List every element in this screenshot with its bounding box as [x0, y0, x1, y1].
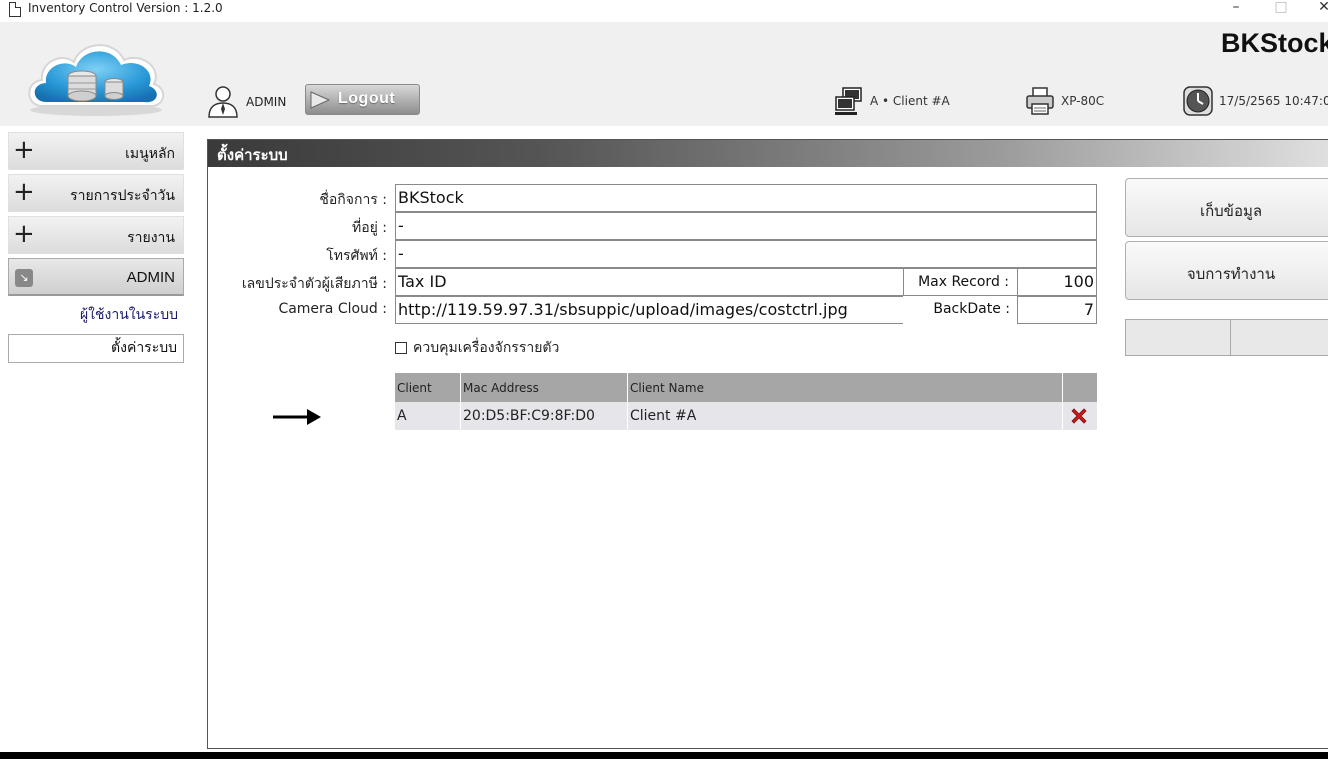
- datetime-label: 17/5/2565 10:47:00: [1219, 94, 1328, 108]
- plus-icon: +: [13, 135, 35, 165]
- tax-id-label: เลขประจำตัวผู้เสียภาษี :: [241, 276, 387, 292]
- client-status-label: A • Client #A: [870, 94, 950, 108]
- machine-control-label: ควบคุมเครื่องจักรรายตัว: [413, 340, 560, 356]
- grid-cell-client-name[interactable]: Client #A: [628, 402, 1063, 430]
- sidebar-item-admin[interactable]: ↘ ADMIN: [8, 258, 184, 296]
- sidebar-item-label: รายงาน: [127, 230, 175, 246]
- current-user-label: ADMIN: [246, 95, 287, 109]
- sidebar-item-label: ADMIN: [126, 269, 175, 286]
- plus-icon: +: [13, 177, 35, 207]
- submenu-system-settings[interactable]: ตั้งค่าระบบ: [8, 334, 184, 363]
- window-titlebar: Inventory Control Version : 1.2.0 – □ ✕: [0, 0, 1328, 22]
- exit-button[interactable]: จบการทำงาน: [1125, 241, 1328, 300]
- delete-x-icon[interactable]: [1069, 406, 1089, 426]
- camera-cloud-label: Camera Cloud :: [278, 301, 387, 317]
- window-title: Inventory Control Version : 1.2.0: [28, 1, 223, 15]
- exit-button-label: จบการทำงาน: [1186, 265, 1276, 283]
- grid-header-client[interactable]: Client: [395, 373, 461, 402]
- logout-button[interactable]: Logout: [305, 84, 420, 115]
- camera-cloud-input[interactable]: http://119.59.97.31/sbsuppic/upload/imag…: [395, 296, 904, 324]
- clock-icon: [1183, 86, 1213, 116]
- close-button[interactable]: ✕: [1314, 0, 1328, 15]
- business-name-input[interactable]: BKStock: [395, 184, 1097, 212]
- machine-control-option: ควบคุมเครื่องจักรรายตัว: [395, 337, 559, 359]
- sidebar-item-daily[interactable]: + รายการประจำวัน: [8, 174, 184, 212]
- grid-header-client-name[interactable]: Client Name: [628, 373, 1063, 402]
- printer-status-label: XP-80C: [1061, 94, 1105, 108]
- printer-icon: [1026, 87, 1054, 115]
- maximize-button[interactable]: □: [1271, 0, 1291, 15]
- machine-control-checkbox[interactable]: [395, 342, 407, 354]
- play-arrow-icon: [310, 91, 331, 109]
- grid-header-mac[interactable]: Mac Address: [461, 373, 628, 402]
- tax-id-input[interactable]: Tax ID: [395, 268, 904, 296]
- grid-cell-action: [1063, 402, 1097, 430]
- backdate-label: BackDate :: [933, 301, 1010, 317]
- grid-cell-mac[interactable]: 20:D5:BF:C9:8F:D0: [461, 402, 628, 430]
- network-computers-icon: [835, 87, 862, 115]
- brand-title: BKStock: [1221, 28, 1328, 58]
- document-icon: [9, 2, 21, 17]
- max-record-input[interactable]: 100: [1017, 268, 1097, 296]
- sidebar-item-reports[interactable]: + รายงาน: [8, 216, 184, 254]
- printer-status: XP-80C: [1025, 86, 1104, 116]
- phone-label: โทรศัพท์ :: [326, 248, 387, 264]
- bottom-bar: [0, 752, 1328, 759]
- collapse-arrow-icon: ↘: [15, 269, 33, 287]
- minimize-button[interactable]: –: [1226, 0, 1246, 15]
- max-record-label-box: Max Record :: [903, 268, 1018, 296]
- backdate-input[interactable]: 7: [1017, 296, 1097, 324]
- settings-panel: ตั้งค่าระบบ ชื่อกิจการ : BKStock ที่อยู่…: [207, 139, 1328, 749]
- address-label: ที่อยู่ :: [351, 220, 387, 236]
- user-icon: [208, 86, 238, 118]
- business-name-label: ชื่อกิจการ :: [319, 192, 387, 208]
- max-record-label: Max Record :: [918, 274, 1009, 290]
- logout-label: Logout: [338, 90, 396, 107]
- sidebar-item-label: รายการประจำวัน: [70, 188, 175, 204]
- app-header: BKStock ADMIN Logout A • Client #A XP-80…: [0, 22, 1328, 126]
- plus-icon: +: [13, 219, 35, 249]
- status-box-right: [1230, 319, 1328, 356]
- arrow-right-icon: [273, 409, 321, 425]
- cloud-database-logo-icon: [28, 44, 164, 116]
- grid-cell-client[interactable]: A: [395, 402, 461, 430]
- sidebar-menu: + เมนูหลัก + รายการประจำวัน + รายงาน ↘ A…: [8, 132, 184, 363]
- sidebar-item-main-menu[interactable]: + เมนูหลัก: [8, 132, 184, 170]
- sidebar-item-label: เมนูหลัก: [125, 146, 175, 162]
- address-input[interactable]: -: [395, 212, 1097, 240]
- phone-input[interactable]: -: [395, 240, 1097, 268]
- save-button[interactable]: เก็บข้อมูล: [1125, 178, 1328, 237]
- status-box-left: [1125, 319, 1231, 356]
- panel-title: ตั้งค่าระบบ: [208, 140, 1328, 167]
- clock-status: 17/5/2565 10:47:00: [1183, 86, 1328, 116]
- backdate-label-box: BackDate :: [903, 296, 1018, 324]
- save-button-label: เก็บข้อมูล: [1199, 202, 1263, 220]
- grid-header-action: [1063, 373, 1097, 402]
- submenu-users[interactable]: ผู้ใช้งานในระบบ: [8, 300, 184, 330]
- client-status: A • Client #A: [834, 86, 950, 116]
